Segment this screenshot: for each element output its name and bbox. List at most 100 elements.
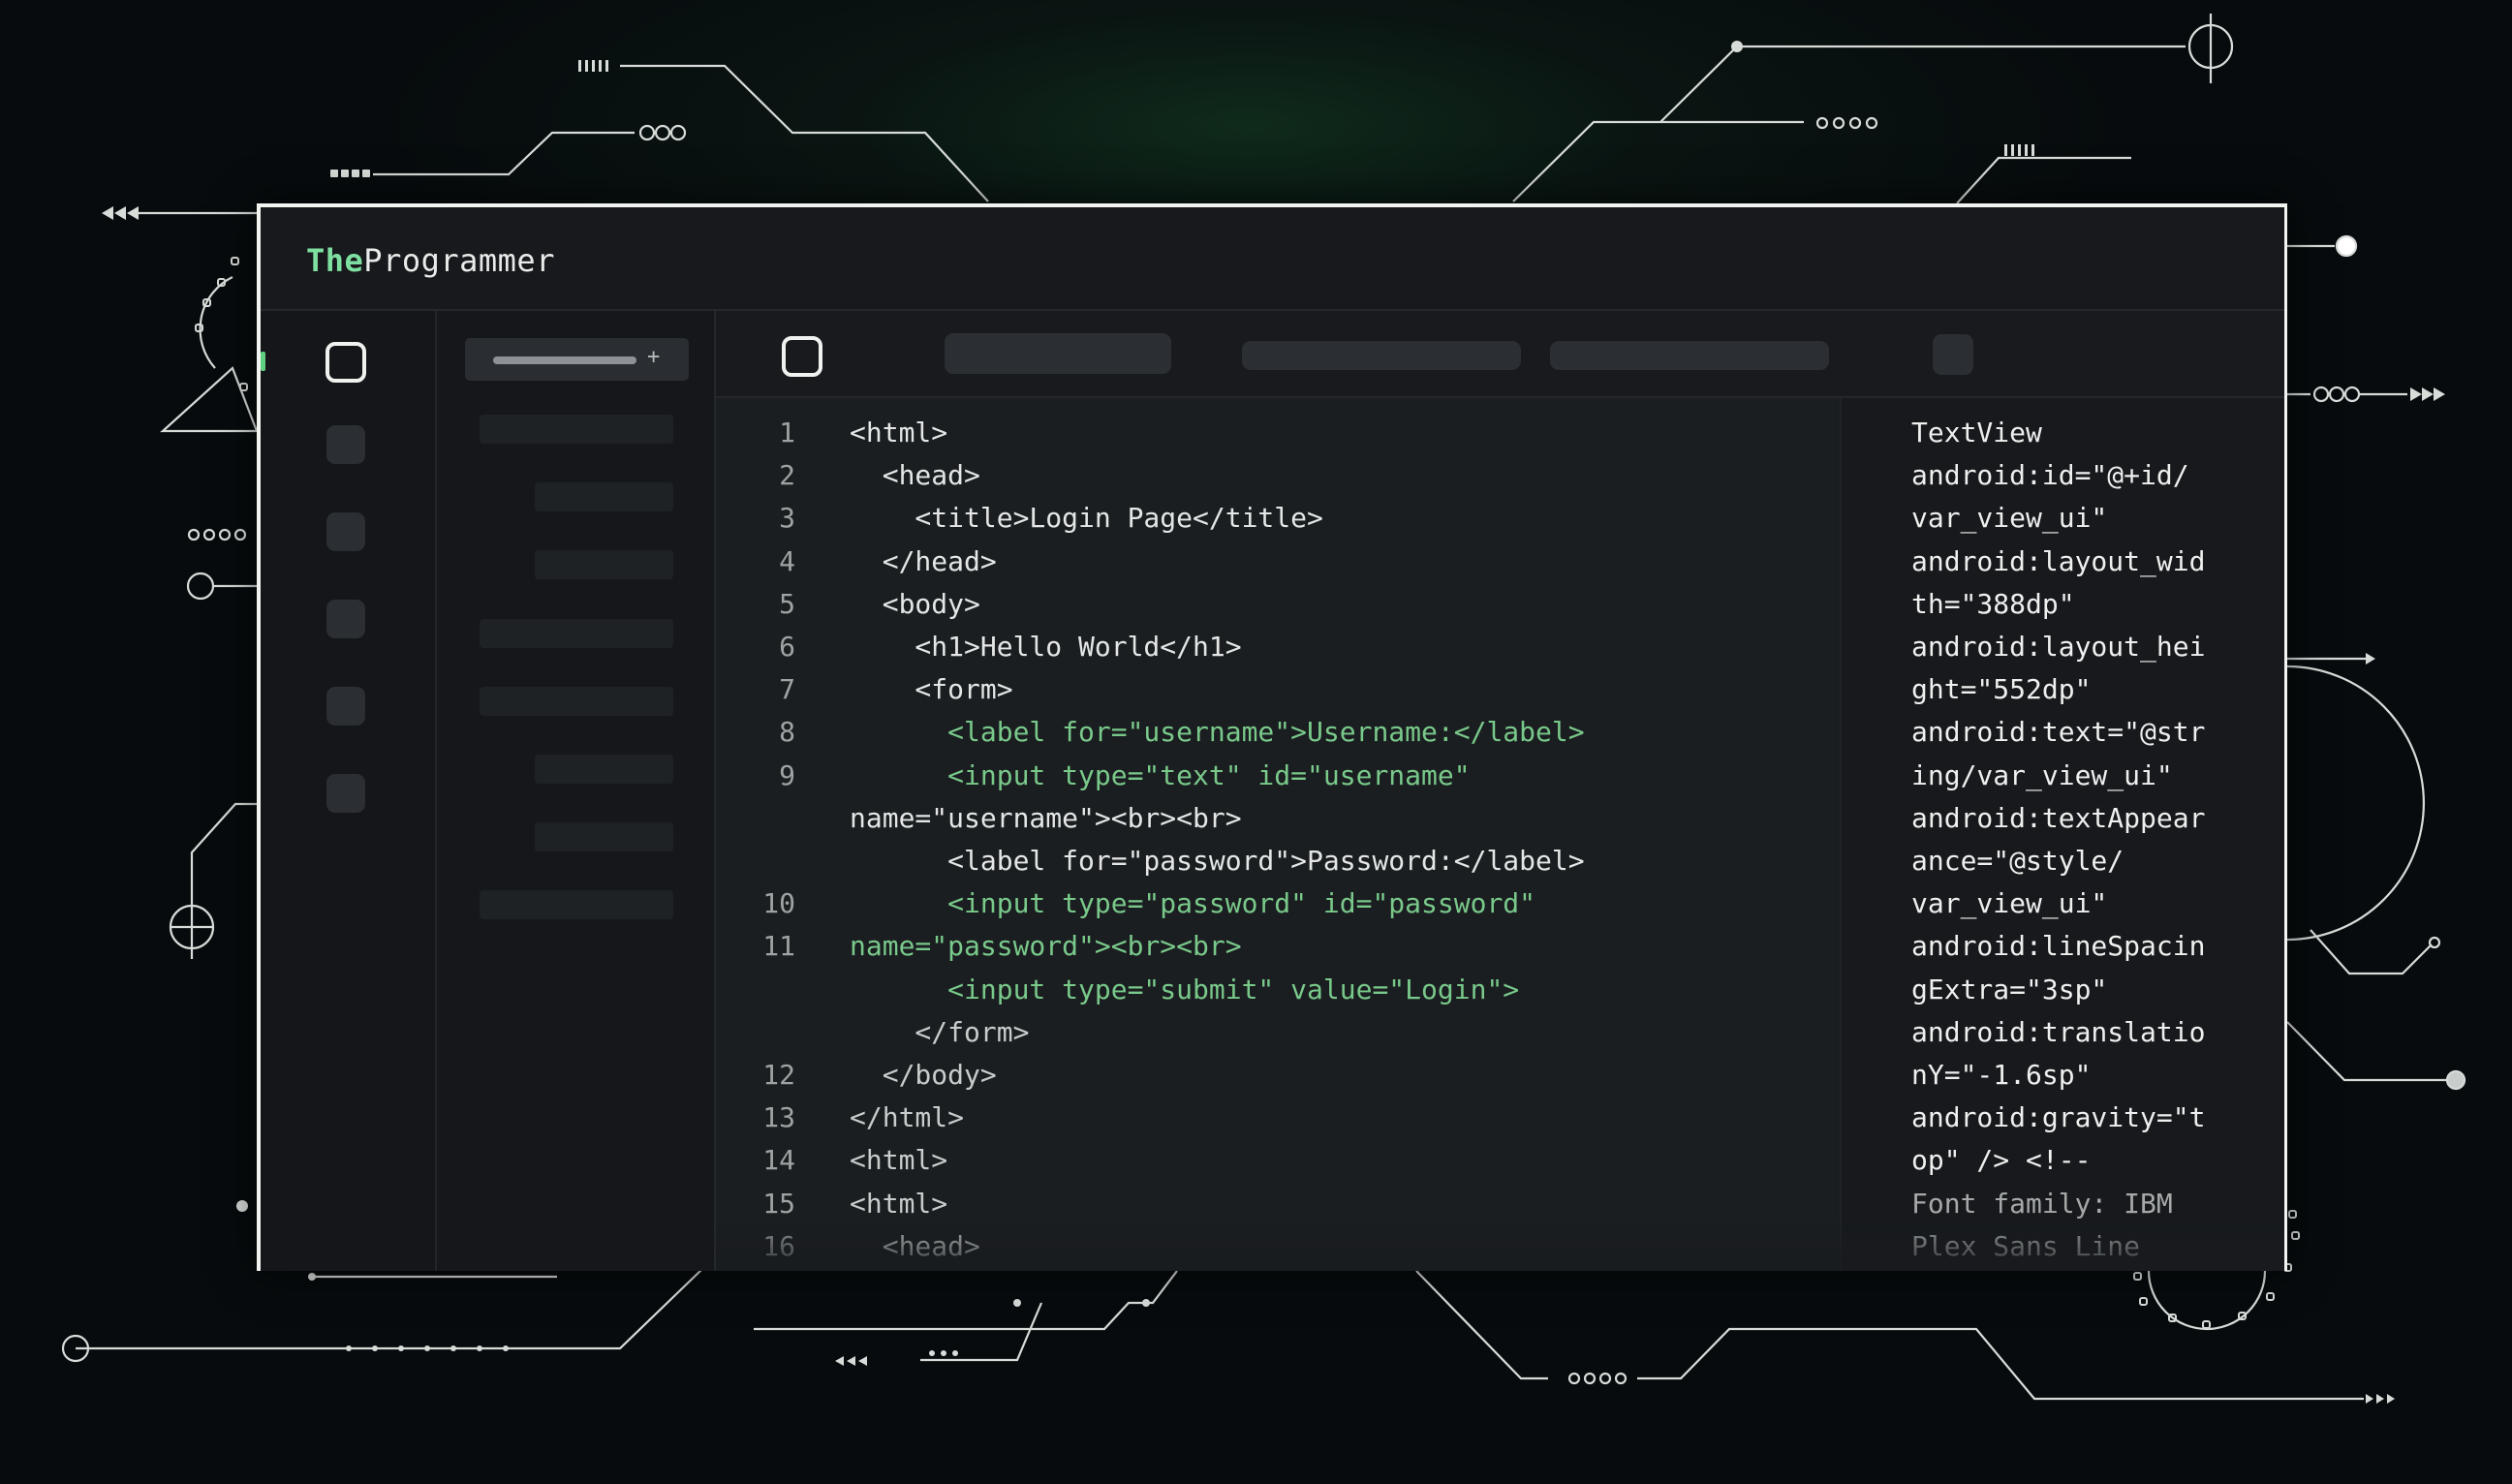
code-line: 1 <html> — [716, 412, 1840, 454]
code-line: 15 <html> — [716, 1183, 1840, 1225]
explorer-item[interactable] — [480, 687, 673, 716]
property-line: Font family: IBM — [1911, 1187, 2173, 1220]
property-line: android:gravity="t — [1911, 1101, 2206, 1134]
property-line: android:id="@+id/ — [1911, 459, 2189, 492]
plus-icon[interactable]: + — [647, 345, 660, 369]
line-number: 6 — [779, 631, 795, 663]
code-line: 6 <h1>Hello World</h1> — [716, 626, 1840, 668]
activity-icon-5[interactable] — [326, 687, 365, 726]
line-number: 4 — [779, 544, 795, 577]
code-text: </form> — [850, 1015, 1030, 1048]
code-text: <html> — [850, 1187, 948, 1220]
property-line: android:lineSpacin — [1911, 930, 2206, 963]
activity-icon-3[interactable] — [326, 512, 365, 551]
property-line: android:layout_hei — [1911, 631, 2206, 663]
code-text: <html> — [850, 1144, 948, 1177]
explorer-item[interactable] — [535, 550, 673, 579]
line-number: 1 — [779, 417, 795, 448]
editor-area: 1 <html> 2 <head> 3 <title>Login Page</titl… — [716, 311, 2284, 1271]
property-line: var_view_ui" — [1911, 887, 2108, 920]
line-number: 3 — [779, 502, 795, 535]
code-line: 2 <head> — [716, 454, 1840, 497]
explorer-item[interactable] — [480, 890, 673, 919]
property-line: op" /> <!-- — [1911, 1144, 2092, 1177]
line-number: 13 — [762, 1101, 795, 1134]
line-number: 7 — [779, 673, 795, 706]
activity-icon-6[interactable] — [326, 774, 365, 813]
properties-panel: TextView android:id="@+id/var_view_ui" and… — [1842, 398, 2284, 1271]
square-outline-icon[interactable] — [326, 342, 366, 383]
code-text: <input type="text" id="username" — [850, 758, 1471, 791]
property-line: android:layout_wid — [1911, 544, 2206, 577]
property-line: gExtra="3sp" — [1911, 973, 2108, 1005]
file-explorer: + — [437, 311, 716, 1271]
explorer-item[interactable] — [535, 482, 673, 511]
code-text: <input type="submit" value="Login"> — [850, 973, 1520, 1005]
explorer-item[interactable] — [480, 415, 673, 444]
code-text: </body> — [850, 1059, 997, 1091]
explorer-header-bar — [493, 356, 636, 364]
code-line: 14 <html> — [716, 1139, 1840, 1182]
code-line: 5 <body> — [716, 583, 1840, 626]
explorer-item[interactable] — [535, 822, 673, 851]
code-text: name="username"><br><br> — [850, 801, 1242, 834]
explorer-item[interactable] — [535, 755, 673, 784]
line-number: 11 — [762, 930, 795, 963]
code-text: <title>Login Page</title> — [850, 502, 1323, 535]
line-number: 15 — [762, 1187, 795, 1220]
code-text: </head> — [850, 544, 997, 577]
code-line: name="username"><br><br> — [716, 797, 1840, 840]
code-line: 9 <input type="text" id="username" — [716, 755, 1840, 797]
property-line: android:textAppear — [1911, 801, 2206, 834]
line-number: 16 — [762, 1229, 795, 1262]
code-line: 8 <label for="username">Username:</label… — [716, 711, 1840, 754]
code-line: <input type="submit" value="Login"> — [716, 969, 1840, 1011]
activity-bar — [261, 311, 437, 1271]
code-line: <label for="password">Password:</label> — [716, 840, 1840, 882]
property-line: android:translatio — [1911, 1015, 2206, 1048]
app-brand: TheProgrammer — [306, 242, 555, 279]
property-line: android:text="@str — [1911, 716, 2206, 749]
property-line: TextView — [1911, 417, 2042, 448]
line-number: 5 — [779, 587, 795, 620]
ide-window: TheProgrammer + 1 <html> 2 <head> 3 <tit… — [257, 203, 2287, 1271]
code-text: <html> — [850, 417, 948, 448]
code-line: 16 <head> — [716, 1225, 1840, 1268]
property-line: ing/var_view_ui" — [1911, 758, 2173, 791]
code-editor[interactable]: 1 <html> 2 <head> 3 <title>Login Page</titl… — [716, 398, 1842, 1271]
code-line: 13 </html> — [716, 1097, 1840, 1139]
property-line: th="388dp" — [1911, 587, 2075, 620]
code-line: </form> — [716, 1011, 1840, 1054]
code-line: 7 <form> — [716, 668, 1840, 711]
explorer-header[interactable]: + — [465, 338, 689, 381]
code-text: <form> — [850, 673, 1013, 706]
code-line: 3 <title>Login Page</title> — [716, 497, 1840, 540]
toolbar-button[interactable] — [1933, 334, 1973, 375]
line-number: 9 — [779, 758, 795, 791]
property-line: ght="552dp" — [1911, 673, 2092, 706]
toolbar-field[interactable] — [1550, 341, 1829, 370]
title-bar: TheProgrammer — [261, 207, 2284, 311]
line-number: 2 — [779, 459, 795, 492]
toolbar-tab[interactable] — [945, 333, 1171, 374]
property-line: Plex Sans Line — [1911, 1229, 2141, 1262]
code-text: <head> — [850, 1229, 980, 1262]
editor-toolbar — [716, 311, 2284, 398]
line-number: 8 — [779, 716, 795, 749]
code-line: 12 </body> — [716, 1054, 1840, 1097]
line-number: 14 — [762, 1144, 795, 1177]
code-text: <body> — [850, 587, 980, 620]
code-text: </html> — [850, 1101, 965, 1134]
code-line: 10 <input type="password" id="password" — [716, 882, 1840, 925]
toolbar-field[interactable] — [1242, 341, 1521, 370]
explorer-item[interactable] — [480, 619, 673, 648]
code-text: name="password"><br><br> — [850, 930, 1242, 963]
line-number: 12 — [762, 1059, 795, 1091]
activity-icon-4[interactable] — [326, 600, 365, 638]
square-outline-icon[interactable] — [782, 336, 822, 377]
code-line: 4 </head> — [716, 541, 1840, 583]
property-line: var_view_ui" — [1911, 502, 2108, 535]
code-text: <h1>Hello World</h1> — [850, 631, 1242, 663]
code-text: <label for="password">Password:</label> — [850, 845, 1585, 877]
activity-icon-2[interactable] — [326, 425, 365, 464]
